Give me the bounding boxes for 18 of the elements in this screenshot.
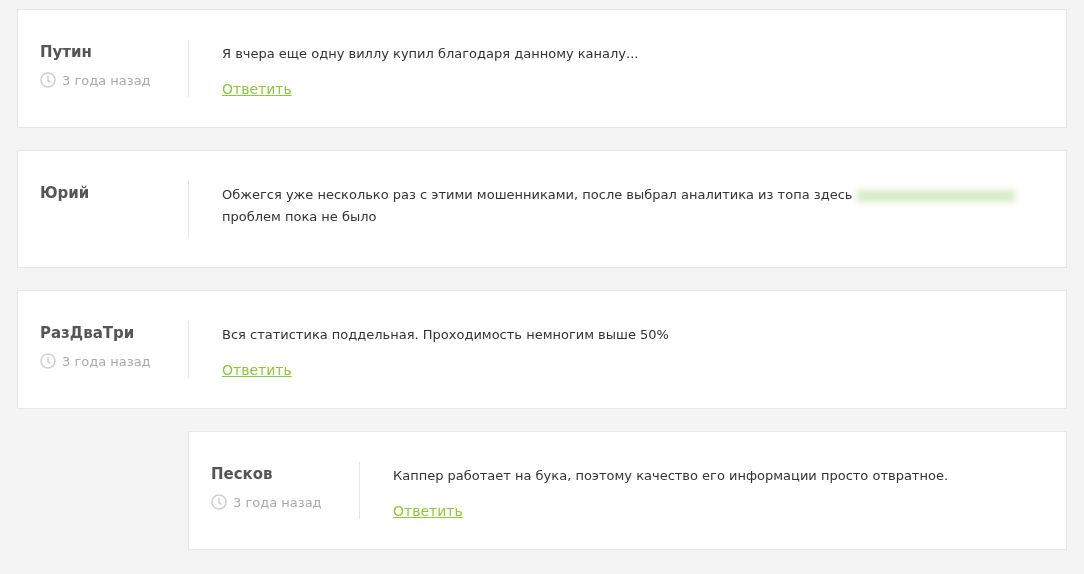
reply-link[interactable]: Ответить <box>222 362 292 378</box>
comment-text: Каппер работает на бука, поэтому качество его информации просто отвратное. <box>393 467 950 485</box>
reply-link[interactable]: Ответить <box>222 81 292 97</box>
blurred-link[interactable] <box>856 189 1015 202</box>
author-name: Юрий <box>40 184 91 202</box>
clock-icon <box>211 494 227 510</box>
author-name: РазДваТри <box>40 324 136 342</box>
clock-icon <box>40 353 56 369</box>
clock-icon <box>40 72 56 88</box>
reply-link[interactable]: Ответить <box>393 503 463 519</box>
comment-time: 3 года назад <box>62 353 151 369</box>
comment-time: 3 года назад <box>233 494 322 510</box>
comment-time: 3 года назад <box>62 72 151 88</box>
comment-text: Вся статистика поддельная. Проходимость немногим выше 50% <box>222 326 670 344</box>
comment-text: Обжегся уже несколько раз с этими мошенниками, после выбрал аналитика из топа здесь проблем пока не было <box>222 184 1036 228</box>
author-name: Путин <box>40 43 93 61</box>
author-name: Песков <box>211 465 274 483</box>
comment-text: Я вчера еще одну виллу купил благодаря данному каналу... <box>222 45 640 63</box>
